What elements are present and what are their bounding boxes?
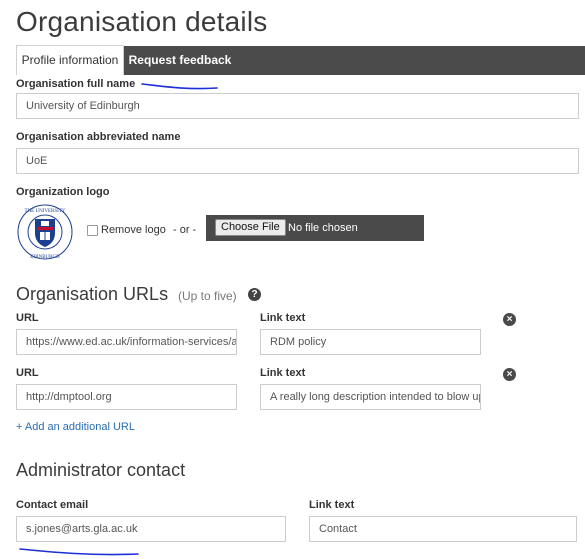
add-url-link[interactable]: + Add an additional URL: [16, 421, 135, 433]
tab-request-feedback[interactable]: Request feedback: [126, 46, 234, 75]
or-separator: - or -: [173, 224, 197, 236]
help-icon[interactable]: ?: [248, 288, 261, 301]
org-abbrev-name-label: Organisation abbreviated name: [16, 131, 181, 143]
org-logo-label: Organization logo: [16, 186, 110, 198]
svg-text:EDINBURGH: EDINBURGH: [30, 255, 60, 260]
admin-contact-title: Administrator contact: [16, 460, 186, 480]
link-text-input[interactable]: RDM policy: [260, 329, 481, 355]
remove-url-icon[interactable]: ×: [503, 368, 516, 381]
org-urls-title: Organisation URLs: [16, 284, 169, 304]
tab-bar: Profile information Request feedback: [16, 45, 585, 75]
url-label: URL: [16, 312, 39, 324]
admin-link-text-input[interactable]: Contact: [309, 516, 577, 542]
org-urls-hint: (Up to five): [178, 289, 237, 303]
tab-profile-information[interactable]: Profile information: [16, 45, 124, 75]
org-abbrev-name-input[interactable]: UoE: [16, 148, 579, 174]
annotation-underline-top: [141, 83, 218, 90]
url-label: URL: [16, 367, 39, 379]
link-text-input[interactable]: A really long description intended to bl…: [260, 384, 481, 410]
file-upload: Choose File No file chosen: [206, 215, 424, 241]
remove-url-icon[interactable]: ×: [503, 313, 516, 326]
link-text-label: Link text: [260, 312, 306, 324]
org-full-name-input[interactable]: University of Edinburgh: [16, 93, 579, 119]
svg-text:THE UNIVERSITY: THE UNIVERSITY: [25, 209, 66, 214]
contact-email-input[interactable]: s.jones@arts.gla.ac.uk: [16, 516, 286, 542]
link-text-label: Link text: [260, 367, 306, 379]
choose-file-button[interactable]: Choose File: [215, 219, 286, 236]
url-input[interactable]: http://dmptool.org: [16, 384, 237, 410]
page-title: Organisation details: [16, 6, 268, 37]
contact-email-label: Contact email: [16, 499, 89, 511]
university-logo: THE UNIVERSITY EDINBURGH: [16, 203, 74, 261]
url-input[interactable]: https://www.ed.ac.uk/information-service…: [16, 329, 237, 355]
admin-link-text-label: Link text: [309, 499, 355, 511]
remove-logo-checkbox[interactable]: [87, 225, 98, 236]
org-full-name-label: Organisation full name: [16, 78, 136, 90]
remove-logo-label: Remove logo: [101, 224, 166, 236]
file-status: No file chosen: [288, 222, 358, 234]
annotation-underline-bottom: [19, 548, 139, 556]
